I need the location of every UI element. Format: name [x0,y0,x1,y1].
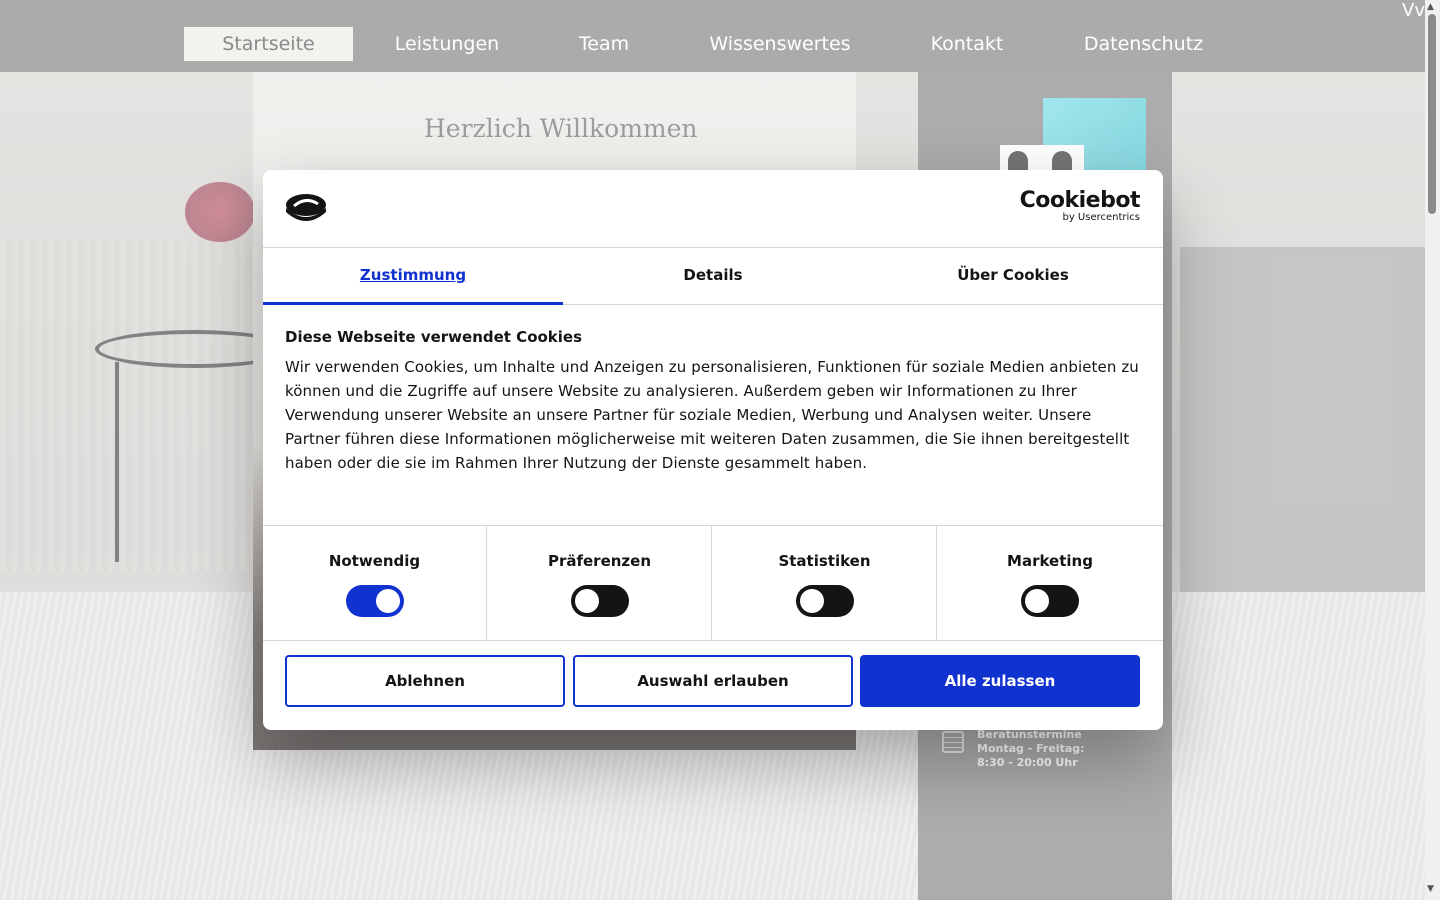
cookie-consent-dialog: Cookiebot by Usercentrics Zustimmung Det… [263,170,1163,730]
toggle-statistiken[interactable] [795,585,854,617]
brand-subtitle: by Usercentrics [1062,212,1140,223]
cookie-logo-icon [286,194,326,221]
dialog-tabs: Zustimmung Details Über Cookies [263,248,1163,305]
toggle-group-statistiken: Statistiken [713,526,937,640]
toggle-label: Statistiken [778,552,871,570]
scroll-thumb[interactable] [1428,14,1436,214]
dialog-body: Diese Webseite verwendet Cookies Wir ver… [285,328,1141,475]
page-scrollbar[interactable]: ▲ ▼ [1425,0,1440,900]
toggle-label: Präferenzen [547,552,652,570]
allow-all-button[interactable]: Alle zulassen [860,655,1140,707]
toggle-group-praeferenzen: Präferenzen [488,526,712,640]
scroll-up-icon[interactable]: ▲ [1427,2,1434,12]
toggle-group-notwendig: Notwendig [263,526,487,640]
dialog-text: Wir verwenden Cookies, um Inhalte und An… [285,358,1139,472]
dialog-header: Cookiebot by Usercentrics [263,170,1163,248]
toggle-notwendig[interactable] [345,585,404,617]
tab-details[interactable]: Details [563,248,863,304]
toggle-praeferenzen[interactable] [570,585,629,617]
dialog-title: Diese Webseite verwendet Cookies [285,328,583,346]
decline-button[interactable]: Ablehnen [285,655,565,707]
consent-toggles: Notwendig Präferenzen Statistiken Market… [263,525,1163,641]
toggle-group-marketing: Marketing [938,526,1162,640]
cookiebot-brand-logo[interactable]: Cookiebot by Usercentrics [1019,188,1141,224]
toggle-marketing[interactable] [1021,585,1079,617]
scroll-down-icon[interactable]: ▼ [1427,884,1434,894]
toggle-label: Notwendig [328,552,421,570]
toggle-label: Marketing [1007,552,1093,570]
tab-ueber-cookies[interactable]: Über Cookies [863,248,1163,304]
allow-selection-button[interactable]: Auswahl erlauben [573,655,853,707]
tab-zustimmung[interactable]: Zustimmung [263,248,563,305]
brand-name: Cookiebot [1019,188,1141,213]
